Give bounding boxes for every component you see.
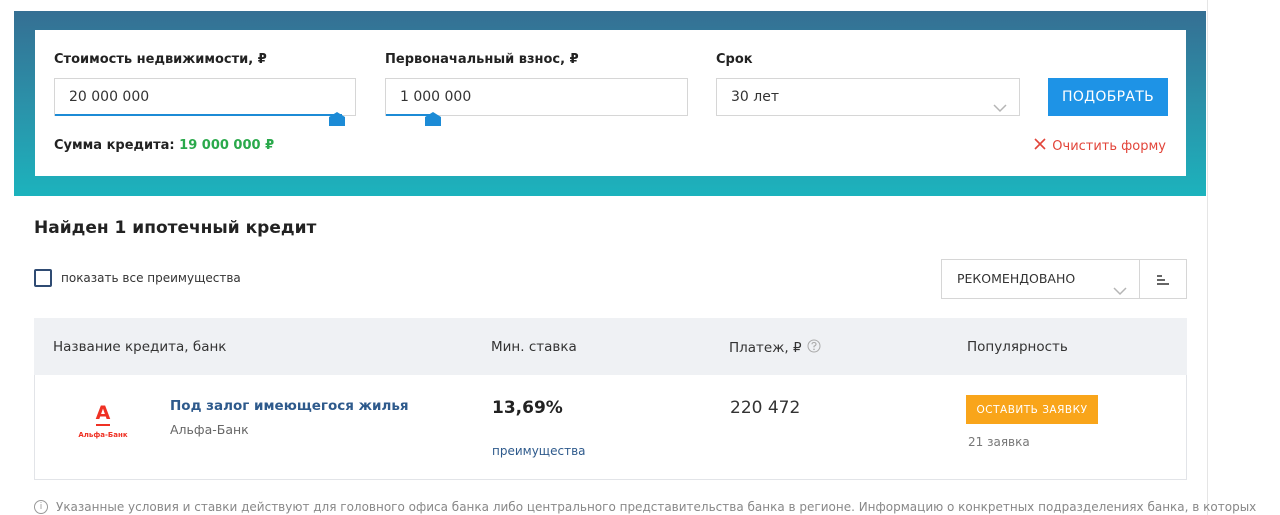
slider-thumb-icon[interactable] [425,112,441,126]
chevron-down-icon [1113,273,1127,311]
term-select-value: 30 лет [731,89,779,105]
property-cost-input[interactable]: 20 000 000 [54,78,356,116]
term-select[interactable]: 30 лет [716,78,1020,116]
slider-thumb-icon[interactable] [329,112,345,126]
close-icon [1034,138,1046,154]
bank-name: Альфа-Банк [170,422,249,437]
apply-button[interactable]: ОСТАВИТЬ ЗАЯВКУ [966,395,1098,424]
filter-band: Стоимость недвижимости, ₽ 20 000 000 Пер… [14,11,1206,196]
term-label: Срок [716,52,753,67]
disclaimer: i Указанные условия и ставки действуют д… [34,500,1256,514]
column-popularity: Популярность [967,339,1068,355]
column-credit-name: Название кредита, банк [53,339,227,355]
down-payment-input[interactable]: 1 000 000 [385,78,688,116]
show-all-perks-toggle[interactable]: показать все преимущества [34,269,241,287]
property-cost-label: Стоимость недвижимости, ₽ [54,52,267,67]
page-container: Стоимость недвижимости, ₽ 20 000 000 Пер… [14,0,1256,515]
bank-logo-name: Альфа-Банк [78,431,128,439]
column-payment-label: Платеж, ₽ [729,340,802,356]
sort-icon [1157,270,1169,289]
clear-form-link[interactable]: Очистить форму [1034,138,1166,154]
results-table-header: Название кредита, банк Мин. ставка Плате… [34,318,1187,375]
sort-select-value: РЕКОМЕНДОВАНО [957,271,1076,286]
credit-name-link[interactable]: Под залог имеющегося жилья [170,398,409,414]
min-rate: 13,69% [492,398,563,418]
applications-count: 21 заявка [968,435,1030,449]
chevron-down-icon [993,91,1007,127]
column-min-rate: Мин. ставка [491,339,577,355]
column-payment: Платеж, ₽ [729,339,821,357]
loan-sum-value: 19 000 000 ₽ [179,138,275,153]
info-icon: i [34,500,48,514]
down-payment-label: Первоначальный взнос, ₽ [385,52,579,67]
show-all-perks-label: показать все преимущества [61,271,241,285]
loan-sum-label: Сумма кредита: [54,138,175,153]
results-title: Найден 1 ипотечный кредит [34,218,317,238]
filter-form: Стоимость недвижимости, ₽ 20 000 000 Пер… [35,30,1186,176]
submit-button[interactable]: ПОДОБРАТЬ [1048,78,1168,116]
clear-form-label: Очистить форму [1052,138,1166,154]
question-icon[interactable] [807,339,821,357]
bank-logo-letter: А [95,402,111,424]
table-row: А Альфа-Банк Под залог имеющегося жилья … [34,375,1187,480]
show-all-perks-checkbox[interactable] [34,269,52,287]
sort-direction-button[interactable] [1139,259,1187,299]
payment-value: 220 472 [730,398,801,418]
perks-link[interactable]: преимущества [492,444,586,458]
property-cost-slider-track[interactable] [55,114,342,116]
bank-logo: А Альфа-Банк [71,403,135,449]
disclaimer-text: Указанные условия и ставки действуют для… [56,500,1257,514]
sort-select[interactable]: РЕКОМЕНДОВАНО [941,259,1140,299]
loan-sum: Сумма кредита: 19 000 000 ₽ [54,138,274,153]
